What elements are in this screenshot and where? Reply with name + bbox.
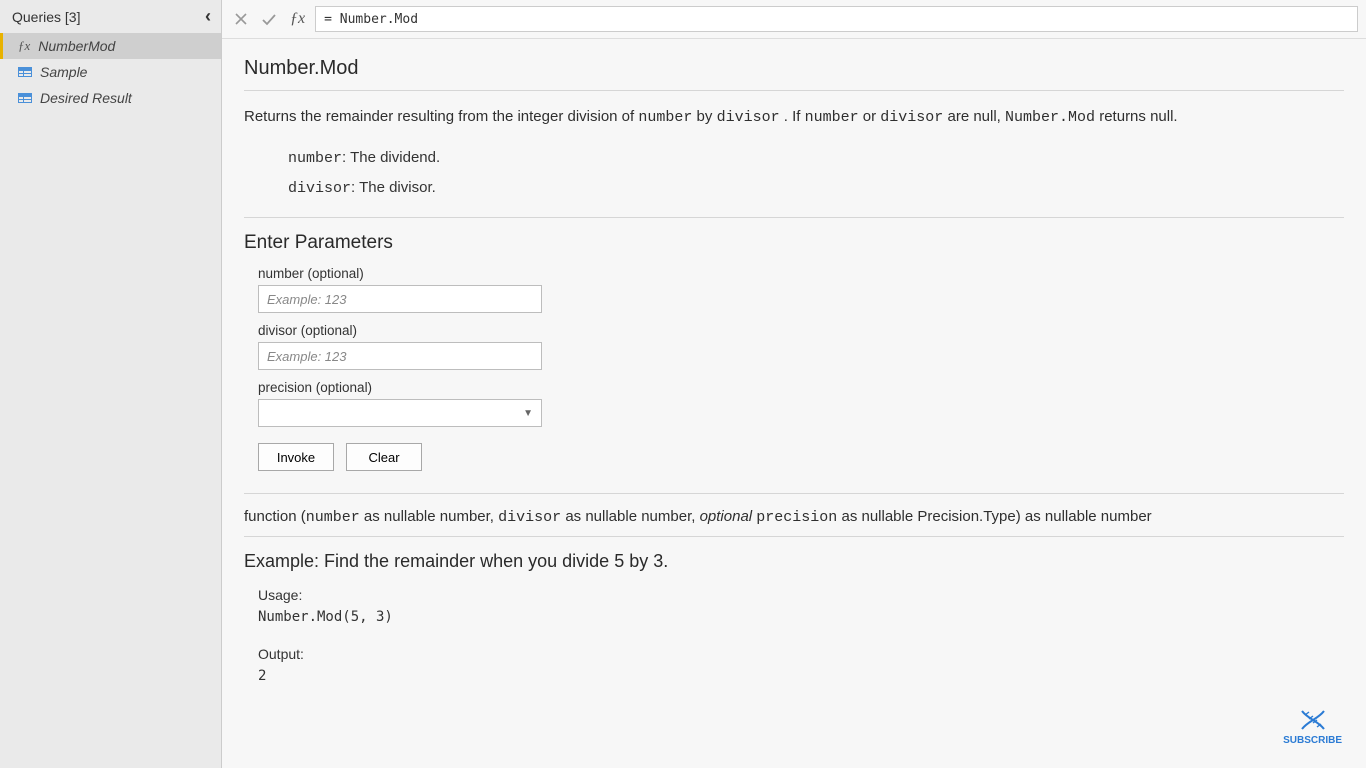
param-desc: : The dividend. [342, 149, 440, 166]
clear-button[interactable]: Clear [346, 443, 422, 471]
divider [244, 217, 1344, 218]
enter-parameters-title: Enter Parameters [244, 232, 1344, 254]
desc-text: are null, [947, 108, 1005, 125]
usage-code: Number.Mod(5, 3) [258, 606, 1344, 628]
table-icon [18, 93, 32, 103]
sig-text: as nullable Precision.Type) as nullable … [837, 508, 1151, 525]
collapse-sidebar-icon[interactable]: ‹ [205, 6, 211, 27]
parameters-form: number (optional) divisor (optional) pre… [258, 266, 1344, 471]
table-icon [18, 67, 32, 77]
sig-text: as nullable number, [360, 508, 498, 525]
sidebar-title: Queries [3] [12, 9, 80, 25]
param-name: number [288, 150, 342, 167]
param-desc: : The divisor. [351, 179, 436, 196]
subscribe-badge[interactable]: SUBSCRIBE [1283, 707, 1342, 746]
divisor-field-label: divisor (optional) [258, 323, 1344, 338]
sig-code: precision [756, 509, 837, 526]
sig-optional: optional [700, 508, 753, 525]
param-name: divisor [288, 180, 351, 197]
output-label: Output: [258, 643, 1344, 665]
param-def: number: The dividend. [288, 144, 1344, 174]
cancel-formula-icon[interactable] [230, 8, 252, 30]
divisor-input[interactable] [258, 342, 542, 370]
queries-list: ƒx NumberMod Sample Desired Result [0, 33, 221, 111]
usage-label: Usage: [258, 584, 1344, 606]
sidebar-item-label: NumberMod [38, 38, 115, 54]
function-description: Returns the remainder resulting from the… [244, 105, 1344, 130]
sidebar-item-desired-result[interactable]: Desired Result [0, 85, 221, 111]
param-definitions: number: The dividend. divisor: The divis… [288, 144, 1344, 203]
invoke-button[interactable]: Invoke [258, 443, 334, 471]
sidebar-item-label: Sample [40, 64, 87, 80]
sidebar-item-sample[interactable]: Sample [0, 59, 221, 85]
desc-text: or [863, 108, 881, 125]
desc-text: Returns the remainder resulting from the… [244, 108, 638, 125]
subscribe-label: SUBSCRIBE [1283, 735, 1342, 746]
sidebar-header: Queries [3] ‹ [0, 0, 221, 33]
doc-content: Number.Mod Returns the remainder resulti… [222, 39, 1366, 768]
sidebar-item-label: Desired Result [40, 90, 132, 106]
param-def: divisor: The divisor. [288, 174, 1344, 204]
precision-field-label: precision (optional) [258, 380, 1344, 395]
number-field-label: number (optional) [258, 266, 1344, 281]
sig-code: number [306, 509, 360, 526]
divider [244, 493, 1344, 494]
divider [244, 536, 1344, 537]
desc-code: number [638, 109, 692, 126]
formula-bar: ƒx [222, 0, 1366, 39]
spacer [258, 629, 1344, 643]
desc-text: by [697, 108, 717, 125]
number-input[interactable] [258, 285, 542, 313]
commit-formula-icon[interactable] [258, 8, 280, 30]
desc-code: divisor [717, 109, 780, 126]
sidebar-item-numbermod[interactable]: ƒx NumberMod [0, 33, 221, 59]
desc-text: returns null. [1099, 108, 1177, 125]
example-block: Usage: Number.Mod(5, 3) Output: 2 [258, 584, 1344, 688]
fx-icon: ƒx [18, 38, 30, 54]
function-title: Number.Mod [244, 57, 1344, 80]
divider [244, 90, 1344, 91]
precision-select[interactable]: ▼ [258, 399, 542, 427]
queries-sidebar: Queries [3] ‹ ƒx NumberMod Sample Desire… [0, 0, 222, 768]
desc-code: number [805, 109, 859, 126]
button-row: Invoke Clear [258, 443, 1344, 471]
sig-text: as nullable number, [561, 508, 699, 525]
main-panel: ƒx Number.Mod Returns the remainder resu… [222, 0, 1366, 768]
sig-text: function ( [244, 508, 306, 525]
output-value: 2 [258, 665, 1344, 687]
example-title: Example: Find the remainder when you div… [244, 551, 1344, 572]
function-signature: function (number as nullable number, div… [244, 508, 1344, 526]
desc-code: divisor [880, 109, 943, 126]
desc-text: . If [784, 108, 805, 125]
sig-code: divisor [498, 509, 561, 526]
formula-input[interactable] [315, 6, 1358, 32]
dna-icon [1298, 707, 1328, 733]
chevron-down-icon: ▼ [523, 408, 533, 419]
desc-code: Number.Mod [1005, 109, 1095, 126]
fx-icon[interactable]: ƒx [286, 10, 309, 28]
